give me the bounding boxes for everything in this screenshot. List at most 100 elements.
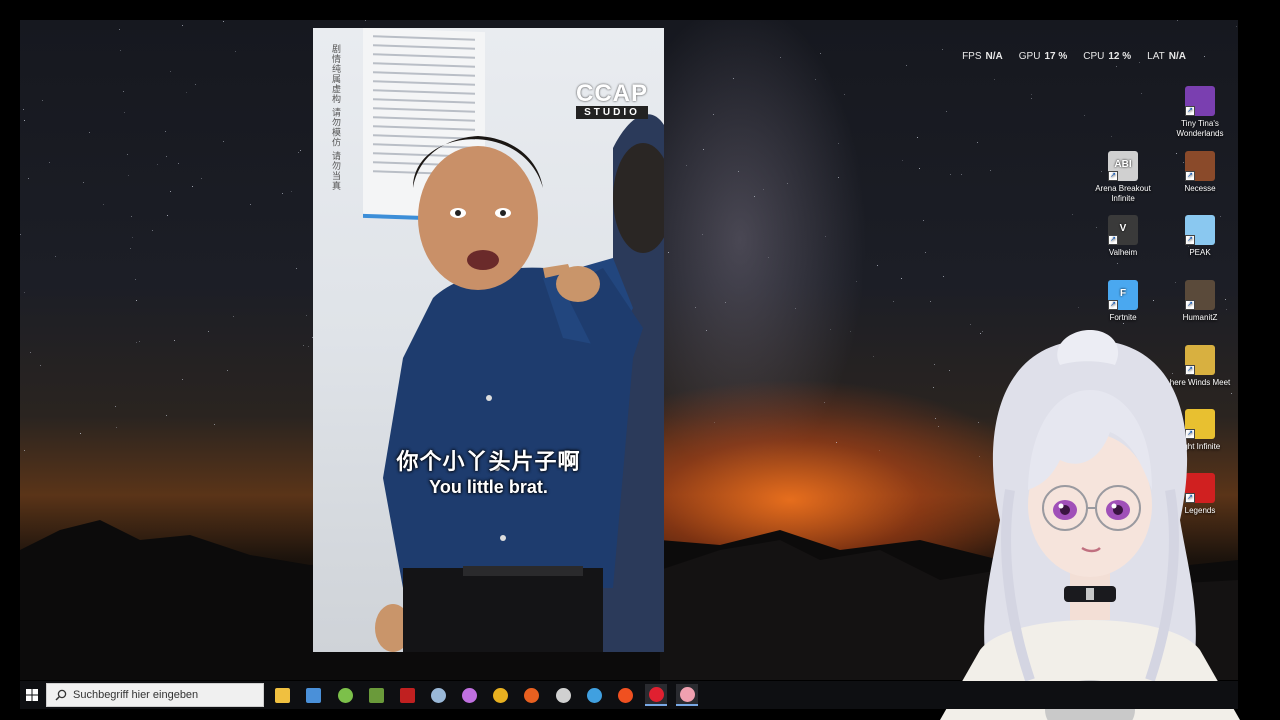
star (170, 71, 171, 72)
taskbar-app-button[interactable] (489, 684, 511, 706)
star (178, 163, 179, 164)
star (935, 418, 936, 419)
star (166, 156, 167, 157)
star (223, 21, 224, 22)
star (300, 150, 301, 151)
star (938, 426, 939, 427)
chrome-icon (492, 687, 508, 703)
link-app-icon (586, 687, 602, 703)
watermark-title: CCAP (575, 80, 648, 107)
star (123, 91, 124, 92)
star (24, 450, 25, 451)
star (838, 143, 839, 144)
desktop-shortcut-tiny-tinas-wonderlands[interactable]: ↗ Tiny Tina's Wonderlands (1169, 86, 1231, 139)
performance-overlay: FPS N/A GPU 17 % CPU 12 % LAT N/A (962, 51, 1186, 62)
windows-logo-icon (26, 689, 38, 701)
icon-badge-text: V (1119, 223, 1127, 234)
star (214, 424, 215, 425)
star (856, 281, 857, 282)
desktop-shortcut-fortnite[interactable]: ↗ F Fortnite (1092, 280, 1154, 323)
star (695, 307, 696, 308)
star (930, 301, 931, 302)
star (182, 379, 183, 380)
star (925, 252, 926, 253)
taskbar-search-box[interactable]: Suchbegriff hier eingeben (46, 683, 264, 707)
star (668, 252, 669, 253)
star (1139, 62, 1140, 63)
star (131, 216, 132, 217)
star (1084, 115, 1085, 116)
star (174, 340, 175, 341)
desktop-shortcut-humanitz[interactable]: ↗ HumanitZ (1169, 280, 1231, 323)
star (738, 171, 739, 172)
star (961, 174, 962, 175)
desktop-shortcut-necesse[interactable]: ↗ Necesse (1169, 151, 1231, 194)
taskbar-app-button[interactable] (365, 684, 387, 706)
star (139, 341, 140, 342)
star (115, 406, 116, 407)
start-button[interactable] (20, 681, 44, 709)
taskbar-app-button[interactable] (676, 684, 698, 706)
lat-value: N/A (1168, 51, 1186, 62)
speedometer-icon (555, 687, 571, 703)
star (165, 131, 166, 132)
valheim-icon: ↗ V (1108, 215, 1138, 245)
star (1204, 56, 1205, 57)
taskbar-app-button[interactable] (396, 684, 418, 706)
fps-value: N/A (985, 51, 1003, 62)
fortnite-icon: ↗ F (1108, 280, 1138, 310)
taskbar-app-button[interactable] (520, 684, 542, 706)
taskbar-app-button[interactable] (583, 684, 605, 706)
star (702, 234, 703, 235)
desktop-shortcut-arena-breakout[interactable]: ↗ ABI Arena Breakout Infinite (1092, 151, 1154, 204)
star (1031, 98, 1032, 99)
star (686, 165, 687, 166)
discord-icon (461, 687, 477, 703)
star (893, 301, 894, 302)
video-scene (375, 114, 664, 652)
arena-breakout-infinite-icon: ↗ ABI (1108, 151, 1138, 181)
taskbar-app-button[interactable] (458, 684, 480, 706)
star (901, 278, 902, 279)
taskbar-app-button[interactable] (427, 684, 449, 706)
screen: FPS N/A GPU 17 % CPU 12 % LAT N/A ↗ Tiny Tin… (0, 0, 1280, 720)
star (103, 204, 104, 205)
star (136, 342, 137, 343)
taskbar-app-button[interactable] (645, 684, 667, 706)
star (233, 316, 234, 317)
star (303, 345, 304, 346)
star (135, 279, 136, 280)
star (223, 141, 224, 142)
taskbar-app-button[interactable] (334, 684, 356, 706)
search-icon (55, 689, 67, 701)
obs-icon (648, 686, 664, 702)
star (227, 370, 228, 371)
store-icon (305, 687, 321, 703)
taskbar-app-button[interactable] (302, 684, 324, 706)
subtitle-english: You little brat. (429, 477, 548, 497)
taskbar-app-button[interactable] (271, 684, 293, 706)
shortcut-label: Tiny Tina's Wonderlands (1176, 119, 1224, 138)
minecraft-icon (368, 687, 384, 703)
star (844, 94, 845, 95)
watermark-subtitle: STUDIO (575, 106, 648, 119)
star (157, 164, 158, 165)
cpu-label: CPU (1083, 51, 1105, 62)
taskbar-app-button[interactable] (552, 684, 574, 706)
game-launcher-icon (399, 687, 415, 703)
star (182, 25, 183, 26)
star (291, 191, 292, 192)
firefox-icon (523, 687, 539, 703)
star (24, 120, 25, 121)
video-player[interactable]: 剧情纯属虚构 请勿模仿 请勿当真 CCAP STUDIO 你个小丫头片子啊 Yo… (313, 28, 664, 652)
fps-label: FPS (962, 51, 982, 62)
star (201, 178, 202, 179)
taskbar: Suchbegriff hier eingeben (20, 681, 1238, 709)
desktop-shortcut-valheim[interactable]: ↗ V Valheim (1092, 215, 1154, 258)
shortcut-label: Valheim (1108, 248, 1138, 257)
gpu-label: GPU (1018, 51, 1041, 62)
desktop-shortcut-peak[interactable]: ↗ PEAK (1169, 215, 1231, 258)
steam-icon (430, 687, 446, 703)
star (934, 364, 935, 365)
taskbar-app-button[interactable] (614, 684, 636, 706)
